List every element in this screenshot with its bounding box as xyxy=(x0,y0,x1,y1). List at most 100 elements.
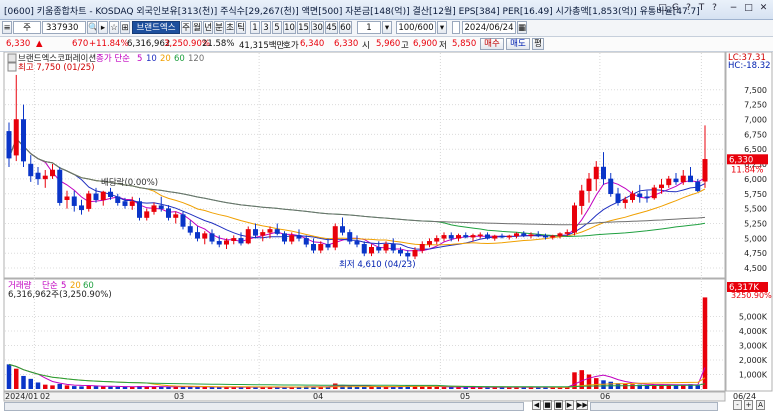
volume-bar[interactable] xyxy=(376,386,381,389)
candle-body[interactable] xyxy=(332,226,338,248)
candle-body[interactable] xyxy=(376,247,382,251)
volume-bar[interactable] xyxy=(101,386,106,389)
candle-body[interactable] xyxy=(601,166,606,180)
window-info-icon[interactable]: ? xyxy=(709,3,720,13)
scroll-right-button[interactable]: ▶ xyxy=(565,400,574,410)
candle-body[interactable] xyxy=(369,247,374,254)
auto-scale-button[interactable]: A xyxy=(756,400,765,410)
window-pin-icon[interactable]: T xyxy=(696,3,707,13)
candle-body[interactable] xyxy=(557,233,563,237)
candle-body[interactable] xyxy=(593,166,599,180)
dropdown-icon[interactable]: ▾ xyxy=(382,21,392,34)
candle-body[interactable] xyxy=(622,199,628,203)
candle-body[interactable] xyxy=(535,234,541,237)
candle-body[interactable] xyxy=(21,119,26,162)
period-second[interactable]: 초 xyxy=(225,21,235,34)
volume-bar[interactable] xyxy=(79,386,84,389)
period-week[interactable]: 주 xyxy=(181,21,191,34)
volume-bar[interactable] xyxy=(21,375,26,389)
volume-bar[interactable] xyxy=(43,384,48,389)
stock-chart[interactable]: 7,5007,2507,0006,7506,5006,2506,0005,750… xyxy=(0,52,773,414)
scroll-end-button[interactable]: ▶▶ xyxy=(576,400,588,410)
candle-body[interactable] xyxy=(267,229,273,233)
extra-button[interactable]: 평 xyxy=(532,38,544,50)
candle-body[interactable] xyxy=(456,235,461,239)
candle-body[interactable] xyxy=(122,201,128,206)
candle-body[interactable] xyxy=(383,244,389,251)
volume-bar[interactable] xyxy=(159,386,164,389)
market-type-select[interactable]: 주 xyxy=(13,21,41,34)
volume-bar[interactable] xyxy=(151,386,157,389)
volume-bar[interactable] xyxy=(86,385,91,389)
candle-body[interactable] xyxy=(434,238,440,242)
candle-body[interactable] xyxy=(303,238,309,245)
candle-body[interactable] xyxy=(195,232,200,239)
volume-bar[interactable] xyxy=(383,386,389,389)
minute-15[interactable]: 15 xyxy=(297,21,310,34)
minute-1[interactable]: 1 xyxy=(250,21,260,34)
window-close-icon[interactable]: ✕ xyxy=(758,3,769,13)
candle-body[interactable] xyxy=(50,169,55,177)
period-tick[interactable]: 틱 xyxy=(236,21,246,34)
horizontal-scrollbar[interactable] xyxy=(4,402,524,411)
calendar-icon[interactable]: ▦ xyxy=(517,21,527,34)
date-checkbox[interactable] xyxy=(452,21,460,34)
candle-body[interactable] xyxy=(115,196,121,203)
candle-body[interactable] xyxy=(543,235,548,238)
pane-lock-icon[interactable] xyxy=(7,62,17,72)
volume-bar[interactable] xyxy=(586,374,592,390)
candle-body[interactable] xyxy=(57,169,63,203)
candle-body[interactable] xyxy=(129,201,135,206)
candle-body[interactable] xyxy=(238,238,244,244)
range-menu-icon[interactable]: ▾ xyxy=(437,21,447,34)
candle-body[interactable] xyxy=(260,232,266,236)
minute-10[interactable]: 10 xyxy=(283,21,296,34)
pane-settings-icon[interactable] xyxy=(7,53,17,63)
candle-body[interactable] xyxy=(35,172,41,180)
window-maximize-icon[interactable]: □ xyxy=(743,3,754,13)
candle-body[interactable] xyxy=(644,196,650,199)
candle-body[interactable] xyxy=(354,241,360,245)
volume-bar[interactable] xyxy=(122,386,128,389)
candle-body[interactable] xyxy=(463,235,469,238)
tool-icon[interactable]: ⊞ xyxy=(120,21,130,34)
zoom-in-button[interactable]: + xyxy=(744,400,753,410)
candle-body[interactable] xyxy=(695,181,701,192)
volume-bar[interactable] xyxy=(623,383,628,389)
minute-5[interactable]: 5 xyxy=(272,21,282,34)
candle-body[interactable] xyxy=(42,175,48,180)
candle-body[interactable] xyxy=(231,238,237,241)
candle-body[interactable] xyxy=(79,205,84,211)
candle-body[interactable] xyxy=(158,205,164,209)
volume-bar[interactable] xyxy=(108,386,113,389)
candle-body[interactable] xyxy=(166,208,171,218)
volume-bar[interactable] xyxy=(115,386,120,389)
volume-bar[interactable] xyxy=(630,384,635,389)
candle-body[interactable] xyxy=(245,229,251,244)
minute-45[interactable]: 45 xyxy=(325,21,338,34)
candle-body[interactable] xyxy=(347,232,353,242)
candle-body[interactable] xyxy=(6,131,12,159)
window-minimize-icon[interactable]: − xyxy=(728,3,739,13)
volume-bar[interactable] xyxy=(594,378,599,389)
candle-body[interactable] xyxy=(608,178,614,195)
candle-body[interactable] xyxy=(659,184,664,189)
volume-bar[interactable] xyxy=(93,386,99,389)
period-minute[interactable]: 분 xyxy=(214,21,224,34)
zoom-scrollbar[interactable] xyxy=(590,402,718,411)
volume-bar[interactable] xyxy=(702,297,708,389)
date-input[interactable]: 2024/06/24 xyxy=(462,21,516,34)
volume-bar[interactable] xyxy=(6,364,12,389)
candle-body[interactable] xyxy=(427,241,432,245)
candle-body[interactable] xyxy=(289,235,295,242)
candle-body[interactable] xyxy=(318,244,324,251)
candle-body[interactable] xyxy=(572,205,577,233)
candle-body[interactable] xyxy=(477,234,483,237)
flag-icon[interactable]: ▸ xyxy=(98,21,108,34)
candle-body[interactable] xyxy=(550,235,556,238)
candle-body[interactable] xyxy=(398,249,403,254)
candle-body[interactable] xyxy=(405,252,411,257)
candle-body[interactable] xyxy=(93,193,99,200)
volume-bar[interactable] xyxy=(50,385,55,389)
volume-pane[interactable] xyxy=(3,278,726,392)
